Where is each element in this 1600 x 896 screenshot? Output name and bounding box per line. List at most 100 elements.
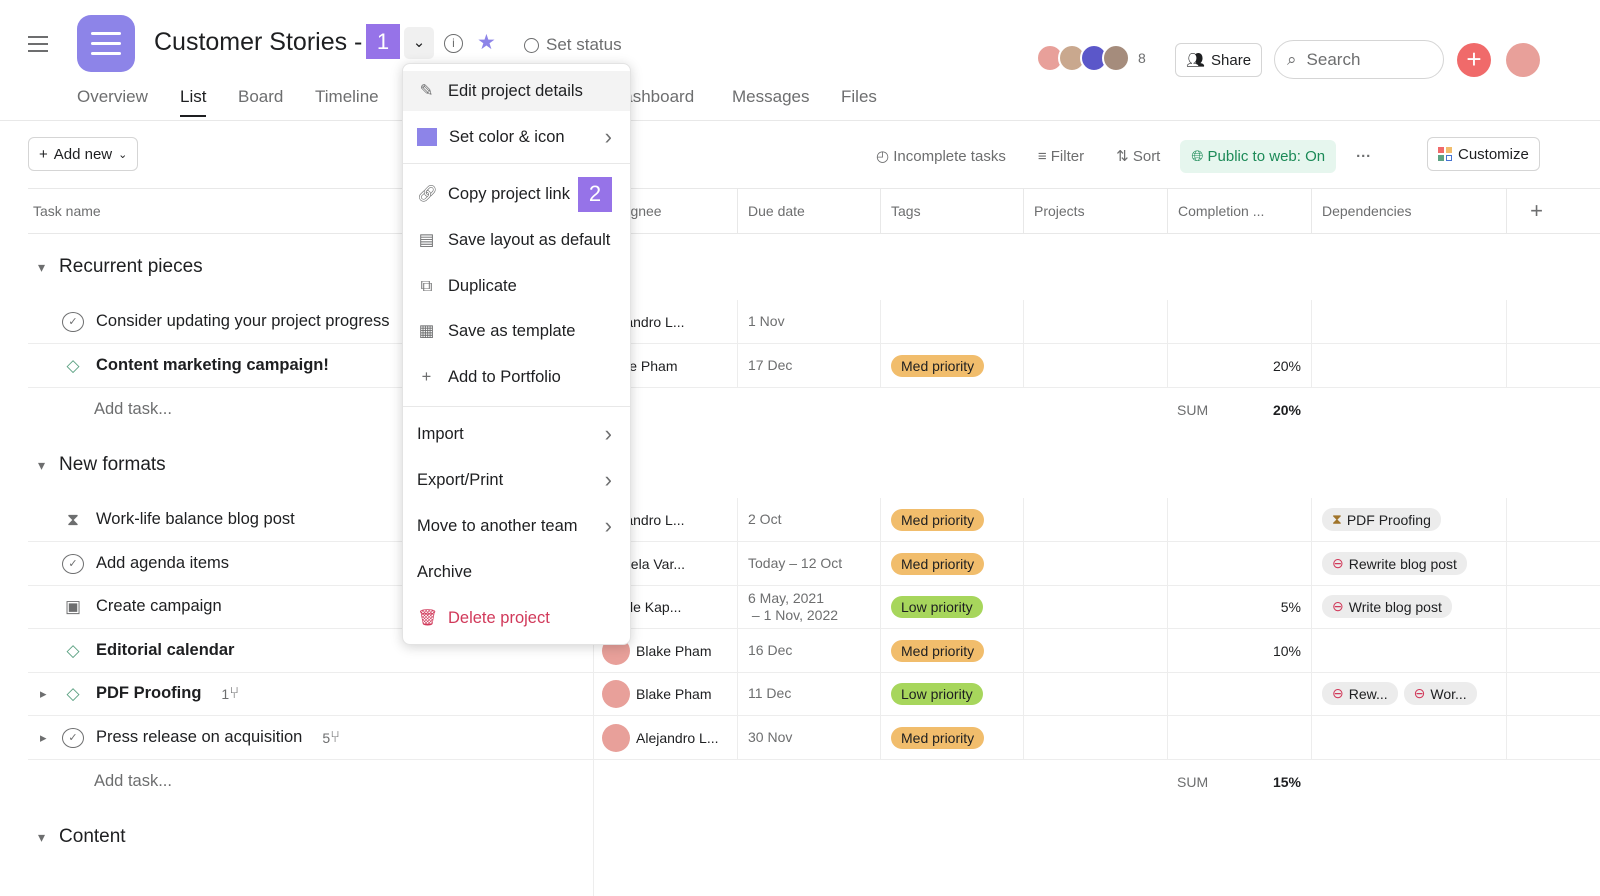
dependencies-cell[interactable] [1311, 300, 1506, 343]
task-row[interactable]: ▣ Create campaign Nicole Kap... 6 May, 2021… [28, 585, 1600, 629]
task-name[interactable]: Consider updating your project progress [96, 312, 390, 331]
due-date[interactable]: 30 Nov [737, 716, 880, 759]
filter-button[interactable]: ≡ Filter [1038, 148, 1084, 165]
check-icon[interactable]: ✓ [62, 727, 84, 748]
menu-item-export-print[interactable]: Export/Print › [403, 460, 630, 500]
tags-cell[interactable] [880, 300, 1023, 343]
tags-cell[interactable]: Med priority [880, 629, 1023, 672]
check-icon[interactable]: ✓ [62, 311, 84, 332]
public-to-web-button[interactable]: 🌐︎ Public to web: On [1180, 139, 1337, 173]
projects-cell[interactable] [1023, 716, 1167, 759]
due-date[interactable]: 6 May, 2021 – 1 Nov, 2022 [737, 585, 880, 628]
column-due-date[interactable]: Due date [737, 189, 880, 233]
hourglass-icon[interactable]: ⧗ [62, 510, 84, 530]
task-row[interactable]: ▸ ✓ Press release on acquisition 5 ⑂ Alejand… [28, 716, 1600, 760]
tab-messages[interactable]: Messages [732, 87, 809, 107]
diamond-icon[interactable]: ◇ [62, 684, 84, 704]
add-new-button[interactable]: + Add new ⌄ [28, 137, 139, 171]
due-date[interactable]: 17 Dec [737, 344, 880, 387]
menu-item-duplicate[interactable]: ⧉ Duplicate [403, 266, 630, 306]
projects-cell[interactable] [1023, 542, 1167, 585]
collapse-caret-icon[interactable]: ▾ [38, 829, 45, 846]
dependency-chip[interactable]: ⊖ Write blog post [1322, 595, 1452, 618]
projects-cell[interactable] [1023, 629, 1167, 672]
due-date[interactable]: 16 Dec [737, 629, 880, 672]
task-row[interactable]: ⧗ Work-life balance blog post Alejandro L.… [28, 498, 1600, 542]
task-name[interactable]: Press release on acquisition [96, 728, 302, 747]
tab-timeline[interactable]: Timeline [315, 87, 379, 107]
tags-cell[interactable]: Med priority [880, 498, 1023, 541]
tags-cell[interactable]: Med priority [880, 344, 1023, 387]
user-avatar[interactable] [1506, 43, 1540, 77]
column-dependencies[interactable]: Dependencies [1311, 189, 1506, 233]
members-facepile[interactable]: 8 [1036, 44, 1146, 72]
task-row[interactable]: ◇ Editorial calendar Blake Pham 16 Dec Med p… [28, 629, 1600, 673]
task-name[interactable]: Work-life balance blog post [96, 510, 295, 529]
projects-cell[interactable] [1023, 300, 1167, 343]
menu-item-delete-project[interactable]: 🗑︎ Delete project [403, 598, 630, 638]
menu-item-add-to-portfolio[interactable]: + Add to Portfolio [403, 357, 630, 397]
menu-item-save-layout-as-default[interactable]: ▤ Save layout as default [403, 220, 630, 260]
menu-item-edit-project-details[interactable]: ✎ Edit project details [403, 71, 630, 111]
dependencies-cell[interactable] [1311, 344, 1506, 387]
dependencies-cell[interactable]: ⧗ PDF Proofing [1311, 498, 1506, 541]
task-name[interactable]: Add agenda items [96, 554, 229, 573]
completion-value[interactable] [1167, 498, 1311, 541]
task-name[interactable]: PDF Proofing [96, 684, 201, 703]
dependency-chip[interactable]: ⊖ Rew... [1322, 682, 1398, 705]
diamond-icon[interactable]: ◇ [62, 641, 84, 661]
star-icon[interactable]: ★ [477, 30, 496, 55]
task-row[interactable]: ◇ Content marketing campaign! Blake Pham 17… [28, 344, 1600, 388]
assignee-cell[interactable]: Alejandro L... [593, 716, 737, 759]
dependencies-cell[interactable]: ⊖ Write blog post [1311, 585, 1506, 628]
menu-item-copy-project-link[interactable]: 🔗︎ Copy project link 2 [403, 174, 630, 214]
task-name[interactable]: Content marketing campaign! [96, 356, 329, 375]
menu-hamburger-icon[interactable] [28, 36, 48, 52]
task-row[interactable]: ✓ Consider updating your project progress… [28, 300, 1600, 344]
completion-value[interactable]: 10% [1167, 629, 1311, 672]
column-projects[interactable]: Projects [1023, 189, 1167, 233]
task-row[interactable]: ▸ ◇ PDF Proofing 1 ⑂ Blake Pham 11 Dec Low pri… [28, 672, 1600, 716]
tab-files[interactable]: Files [841, 87, 877, 107]
tab-overview[interactable]: Overview [77, 87, 148, 107]
projects-cell[interactable] [1023, 344, 1167, 387]
expand-caret-icon[interactable]: ▸ [40, 686, 62, 702]
column-task-name[interactable]: Task name [28, 189, 101, 233]
quick-add-button[interactable]: + [1457, 43, 1491, 77]
tags-cell[interactable]: Low priority [880, 672, 1023, 715]
section-header[interactable]: ▾ Recurrent pieces [38, 256, 203, 278]
customize-button[interactable]: Customize [1427, 137, 1540, 171]
tab-list[interactable]: List [180, 87, 207, 117]
check-icon[interactable]: ✓ [62, 553, 84, 574]
menu-item-move-to-another-team[interactable]: Move to another team › [403, 506, 630, 546]
completion-value[interactable] [1167, 300, 1311, 343]
dependencies-cell[interactable]: ⊖ Rew... ⊖ Wor... [1311, 672, 1506, 715]
section-header[interactable]: ▾ New formats [38, 454, 166, 476]
menu-item-import[interactable]: Import › [403, 414, 630, 454]
column-completion[interactable]: Completion ... [1167, 189, 1311, 233]
task-name[interactable]: Create campaign [96, 597, 222, 616]
tags-cell[interactable]: Low priority [880, 585, 1023, 628]
collapse-caret-icon[interactable]: ▾ [38, 259, 45, 276]
search-input[interactable]: ⌕ Search [1274, 40, 1444, 79]
completion-value[interactable]: 20% [1167, 344, 1311, 387]
menu-item-archive[interactable]: Archive [403, 552, 630, 592]
completion-value[interactable] [1167, 672, 1311, 715]
tags-cell[interactable]: Med priority [880, 542, 1023, 585]
set-status-button[interactable]: Set status [524, 35, 622, 55]
dependency-chip[interactable]: ⧗ PDF Proofing [1322, 508, 1441, 531]
section-header[interactable]: ▾ Content [38, 826, 126, 848]
info-icon[interactable]: i [444, 34, 463, 53]
task-name[interactable]: Editorial calendar [96, 641, 234, 660]
assignee-cell[interactable]: Blake Pham [593, 672, 737, 715]
dependency-chip[interactable]: ⊖ Wor... [1403, 682, 1477, 705]
incomplete-tasks-button[interactable]: ◴ Incomplete tasks [876, 147, 1006, 165]
due-date[interactable]: 1 Nov [737, 300, 880, 343]
add-task-button[interactable]: Add task... [84, 388, 172, 431]
task-row[interactable]: ✓ Add agenda items Daniela Var... Today – 1… [28, 542, 1600, 586]
share-button[interactable]: 👥︎ Share [1175, 43, 1263, 77]
menu-item-set-color-icon[interactable]: Set color & icon › [403, 117, 630, 157]
completion-value[interactable]: 5% [1167, 585, 1311, 628]
due-date[interactable]: 11 Dec [737, 672, 880, 715]
chevron-down-icon[interactable]: ⌄ [404, 27, 434, 59]
